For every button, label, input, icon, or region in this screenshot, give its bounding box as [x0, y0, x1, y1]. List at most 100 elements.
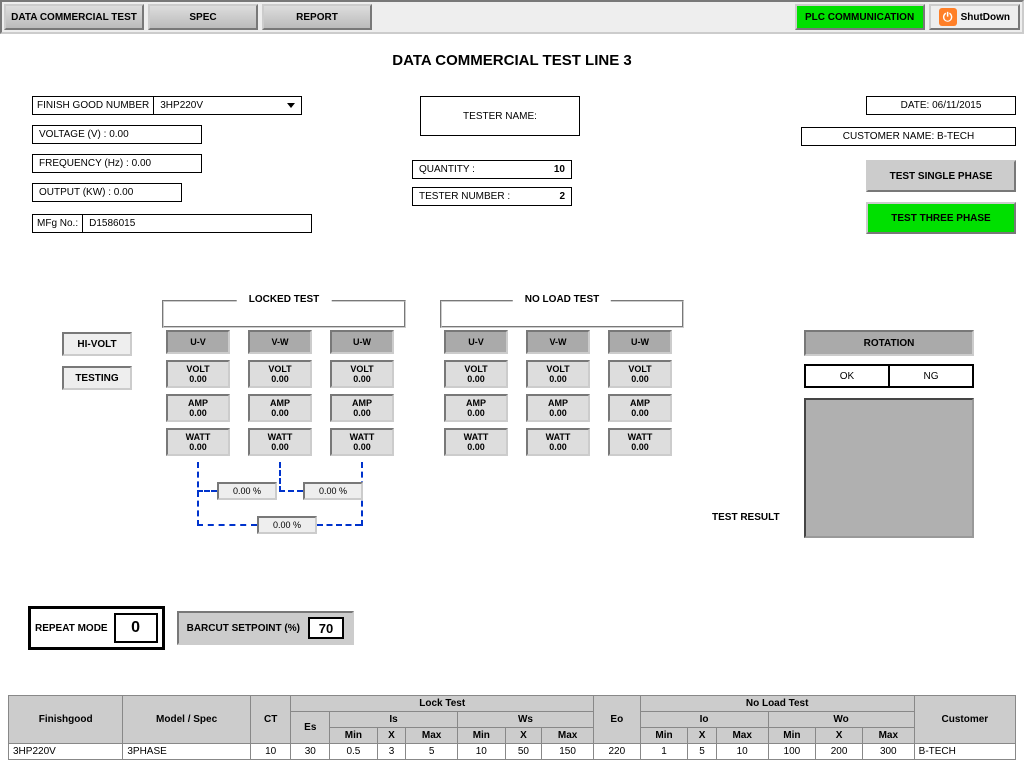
th-x: X: [377, 728, 405, 744]
noload-vw-header: V-W: [526, 330, 590, 354]
finish-good-dropdown[interactable]: FINISH GOOD NUMBER 3HP220V: [32, 96, 302, 115]
th-max: Max: [862, 728, 914, 744]
dash-line: [197, 490, 217, 492]
frequency-field: FREQUENCY (Hz) : 0.00: [32, 154, 202, 173]
noload-vw-watt: WATT0.00: [526, 428, 590, 456]
barcut-setpoint-panel: BARCUT SETPOINT (%) 70: [177, 611, 354, 645]
locked-vw-watt: WATT0.00: [248, 428, 312, 456]
locked-vw-volt: VOLT0.00: [248, 360, 312, 388]
th-x: X: [688, 728, 716, 744]
tester-name-field: TESTER NAME:: [420, 96, 580, 136]
noload-vw-volt: VOLT0.00: [526, 360, 590, 388]
th-max: Max: [716, 728, 768, 744]
tab-spec[interactable]: SPEC: [148, 4, 258, 30]
barcut-value: 70: [308, 617, 344, 639]
th-min: Min: [457, 728, 505, 744]
mfg-label: MFg No.:: [33, 215, 83, 232]
th-io: Io: [640, 712, 768, 728]
date-field: DATE: 06/11/2015: [866, 96, 1016, 115]
dash-line: [279, 462, 281, 492]
noload-test-label: NO LOAD TEST: [513, 294, 611, 305]
mfg-value: D1586015: [83, 215, 311, 232]
locked-uw-watt: WATT0.00: [330, 428, 394, 456]
power-icon: ⏻: [939, 8, 957, 26]
locked-vw-amp: AMP0.00: [248, 394, 312, 422]
noload-vw-amp: AMP0.00: [526, 394, 590, 422]
cell-io-x: 5: [688, 744, 716, 760]
spec-table: Finishgood Model / Spec CT Lock Test Eo …: [8, 695, 1016, 760]
hi-volt-button[interactable]: HI-VOLT: [62, 332, 132, 356]
th-eo: Eo: [593, 696, 640, 744]
noload-uv-header: U-V: [444, 330, 508, 354]
repeat-mode-value: 0: [114, 613, 158, 643]
quantity-label: QUANTITY :: [419, 164, 554, 175]
cell-ct: 10: [250, 744, 291, 760]
locked-pct-2: 0.00 %: [303, 482, 363, 500]
testing-button[interactable]: TESTING: [62, 366, 132, 390]
tab-report[interactable]: REPORT: [262, 4, 372, 30]
cell-fg: 3HP220V: [9, 744, 123, 760]
test-single-phase-button[interactable]: TEST SINGLE PHASE: [866, 160, 1016, 192]
rotation-ng-button[interactable]: NG: [889, 365, 973, 387]
barcut-label: BARCUT SETPOINT (%): [187, 623, 300, 634]
th-x: X: [816, 728, 863, 744]
dash-line: [197, 462, 199, 526]
cell-is-max: 5: [406, 744, 458, 760]
locked-uw-amp: AMP0.00: [330, 394, 394, 422]
finish-good-value: 3HP220V: [160, 100, 203, 111]
shutdown-label: ShutDown: [961, 12, 1010, 23]
th-ct: CT: [250, 696, 291, 744]
voltage-field: VOLTAGE (V) : 0.00: [32, 125, 202, 144]
th-max: Max: [542, 728, 594, 744]
locked-pct-1: 0.00 %: [217, 482, 277, 500]
quantity-value: 10: [554, 164, 565, 175]
noload-uw-watt: WATT0.00: [608, 428, 672, 456]
th-min: Min: [768, 728, 816, 744]
cell-ws-x: 50: [505, 744, 542, 760]
cell-io-max: 10: [716, 744, 768, 760]
test-result-label: TEST RESULT: [712, 512, 780, 523]
noload-uw-header: U-W: [608, 330, 672, 354]
cell-model: 3PHASE: [123, 744, 251, 760]
locked-uv-watt: WATT0.00: [166, 428, 230, 456]
tester-number-label: TESTER NUMBER :: [419, 191, 559, 202]
cell-eo: 220: [593, 744, 640, 760]
cell-wo-min: 100: [768, 744, 816, 760]
output-field: OUTPUT (KW) : 0.00: [32, 183, 182, 202]
th-wo: Wo: [768, 712, 914, 728]
rotation-button[interactable]: ROTATION: [804, 330, 974, 356]
th-model: Model / Spec: [123, 696, 251, 744]
cell-io-min: 1: [640, 744, 688, 760]
tester-number-value: 2: [559, 191, 565, 202]
noload-uw-volt: VOLT0.00: [608, 360, 672, 388]
locked-uw-header: U-W: [330, 330, 394, 354]
locked-test-label: LOCKED TEST: [237, 294, 332, 305]
th-ws: Ws: [457, 712, 593, 728]
tab-data-commercial-test[interactable]: DATA COMMERCIAL TEST: [4, 4, 144, 30]
noload-uv-volt: VOLT0.00: [444, 360, 508, 388]
th-noloadtest: No Load Test: [640, 696, 914, 712]
noload-uv-watt: WATT0.00: [444, 428, 508, 456]
th-min: Min: [640, 728, 688, 744]
rotation-ok-button[interactable]: OK: [805, 365, 889, 387]
shutdown-button[interactable]: ⏻ ShutDown: [929, 4, 1020, 30]
th-is: Is: [330, 712, 458, 728]
th-customer: Customer: [914, 696, 1015, 744]
repeat-mode-panel: REPEAT MODE 0: [28, 606, 165, 650]
cell-is-x: 3: [377, 744, 405, 760]
test-three-phase-button[interactable]: TEST THREE PHASE: [866, 202, 1016, 234]
page-title: DATA COMMERCIAL TEST LINE 3: [0, 52, 1024, 69]
cell-is-min: 0.5: [330, 744, 378, 760]
th-locktest: Lock Test: [291, 696, 593, 712]
th-max: Max: [406, 728, 458, 744]
cell-customer: B-TECH: [914, 744, 1015, 760]
cell-es: 30: [291, 744, 330, 760]
repeat-mode-label: REPEAT MODE: [35, 623, 108, 634]
noload-uw-amp: AMP0.00: [608, 394, 672, 422]
customer-field: CUSTOMER NAME: B-TECH: [801, 127, 1016, 146]
dash-line: [317, 524, 361, 526]
plc-communication-button[interactable]: PLC COMMUNICATION: [795, 4, 925, 30]
locked-pct-3: 0.00 %: [257, 516, 317, 534]
locked-uv-amp: AMP0.00: [166, 394, 230, 422]
chevron-down-icon: [287, 103, 295, 108]
